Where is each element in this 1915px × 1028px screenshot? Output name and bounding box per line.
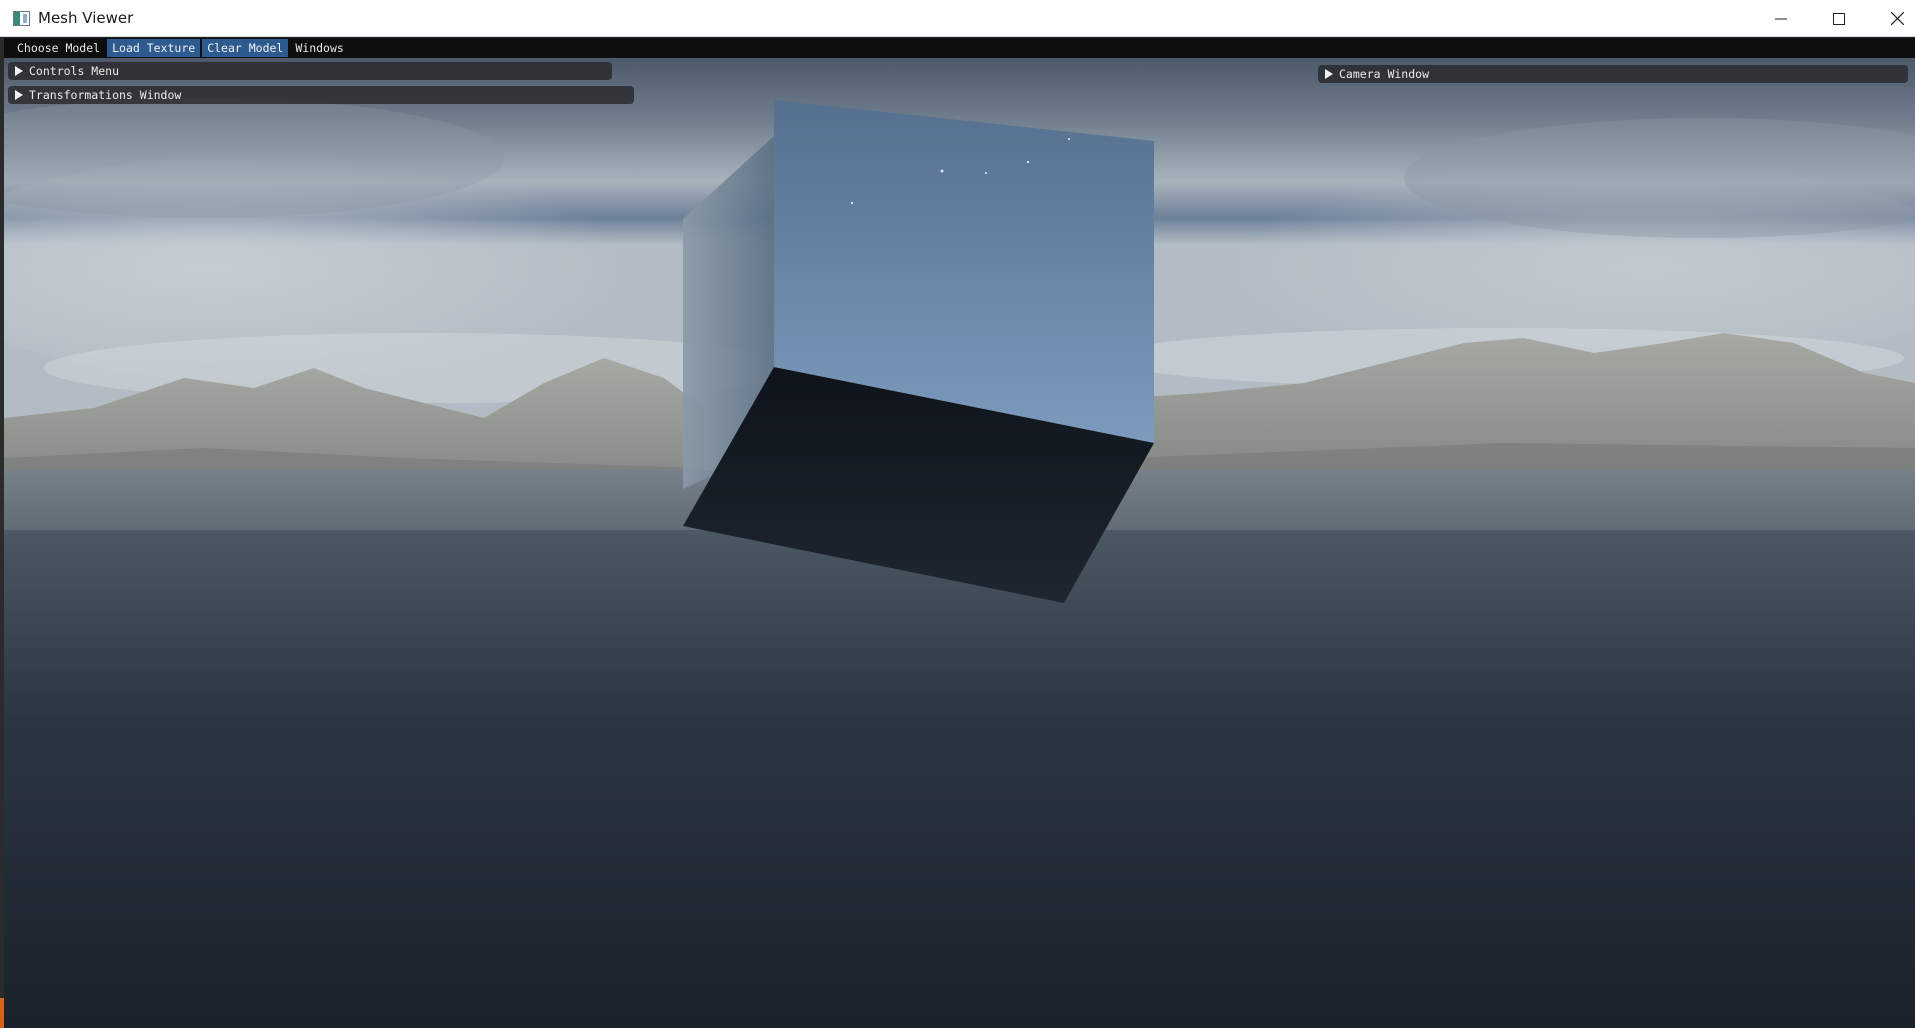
- minimize-button[interactable]: [1752, 0, 1810, 37]
- minimize-icon: [1775, 18, 1787, 19]
- skybox-scene: [4, 38, 1915, 1028]
- controls-menu-panel[interactable]: Controls Menu: [8, 62, 612, 80]
- close-icon: [1890, 12, 1904, 25]
- menu-windows[interactable]: Windows: [290, 39, 348, 57]
- camera-window-panel[interactable]: Camera Window: [1318, 65, 1908, 83]
- menu-load-texture[interactable]: Load Texture: [107, 39, 201, 57]
- camera-window-title: Camera Window: [1339, 67, 1430, 81]
- close-button[interactable]: [1868, 0, 1915, 37]
- menu-choose-model[interactable]: Choose Model: [12, 39, 105, 57]
- mesh-viewer-window: Mesh Viewer Choose Model Load Texture Cl…: [0, 0, 1915, 1028]
- main-menu-bar: Choose Model Load Texture Clear Model Wi…: [4, 38, 1915, 58]
- transformations-window-title: Transformations Window: [29, 88, 182, 102]
- expand-triangle-icon[interactable]: [15, 90, 23, 100]
- transformations-window-panel[interactable]: Transformations Window: [8, 86, 634, 104]
- expand-triangle-icon[interactable]: [1325, 69, 1333, 79]
- window-left-edge: [0, 38, 4, 1028]
- title-bar[interactable]: Mesh Viewer: [0, 0, 1915, 37]
- expand-triangle-icon[interactable]: [15, 66, 23, 76]
- window-title: Mesh Viewer: [38, 9, 134, 27]
- taskbar-edge-marker: [0, 998, 4, 1028]
- controls-menu-title: Controls Menu: [29, 64, 120, 78]
- maximize-button[interactable]: [1810, 0, 1868, 37]
- maximize-icon: [1833, 12, 1845, 25]
- menu-clear-model[interactable]: Clear Model: [202, 39, 289, 57]
- 3d-viewport[interactable]: [4, 38, 1915, 1028]
- app-window-icon: [13, 11, 30, 26]
